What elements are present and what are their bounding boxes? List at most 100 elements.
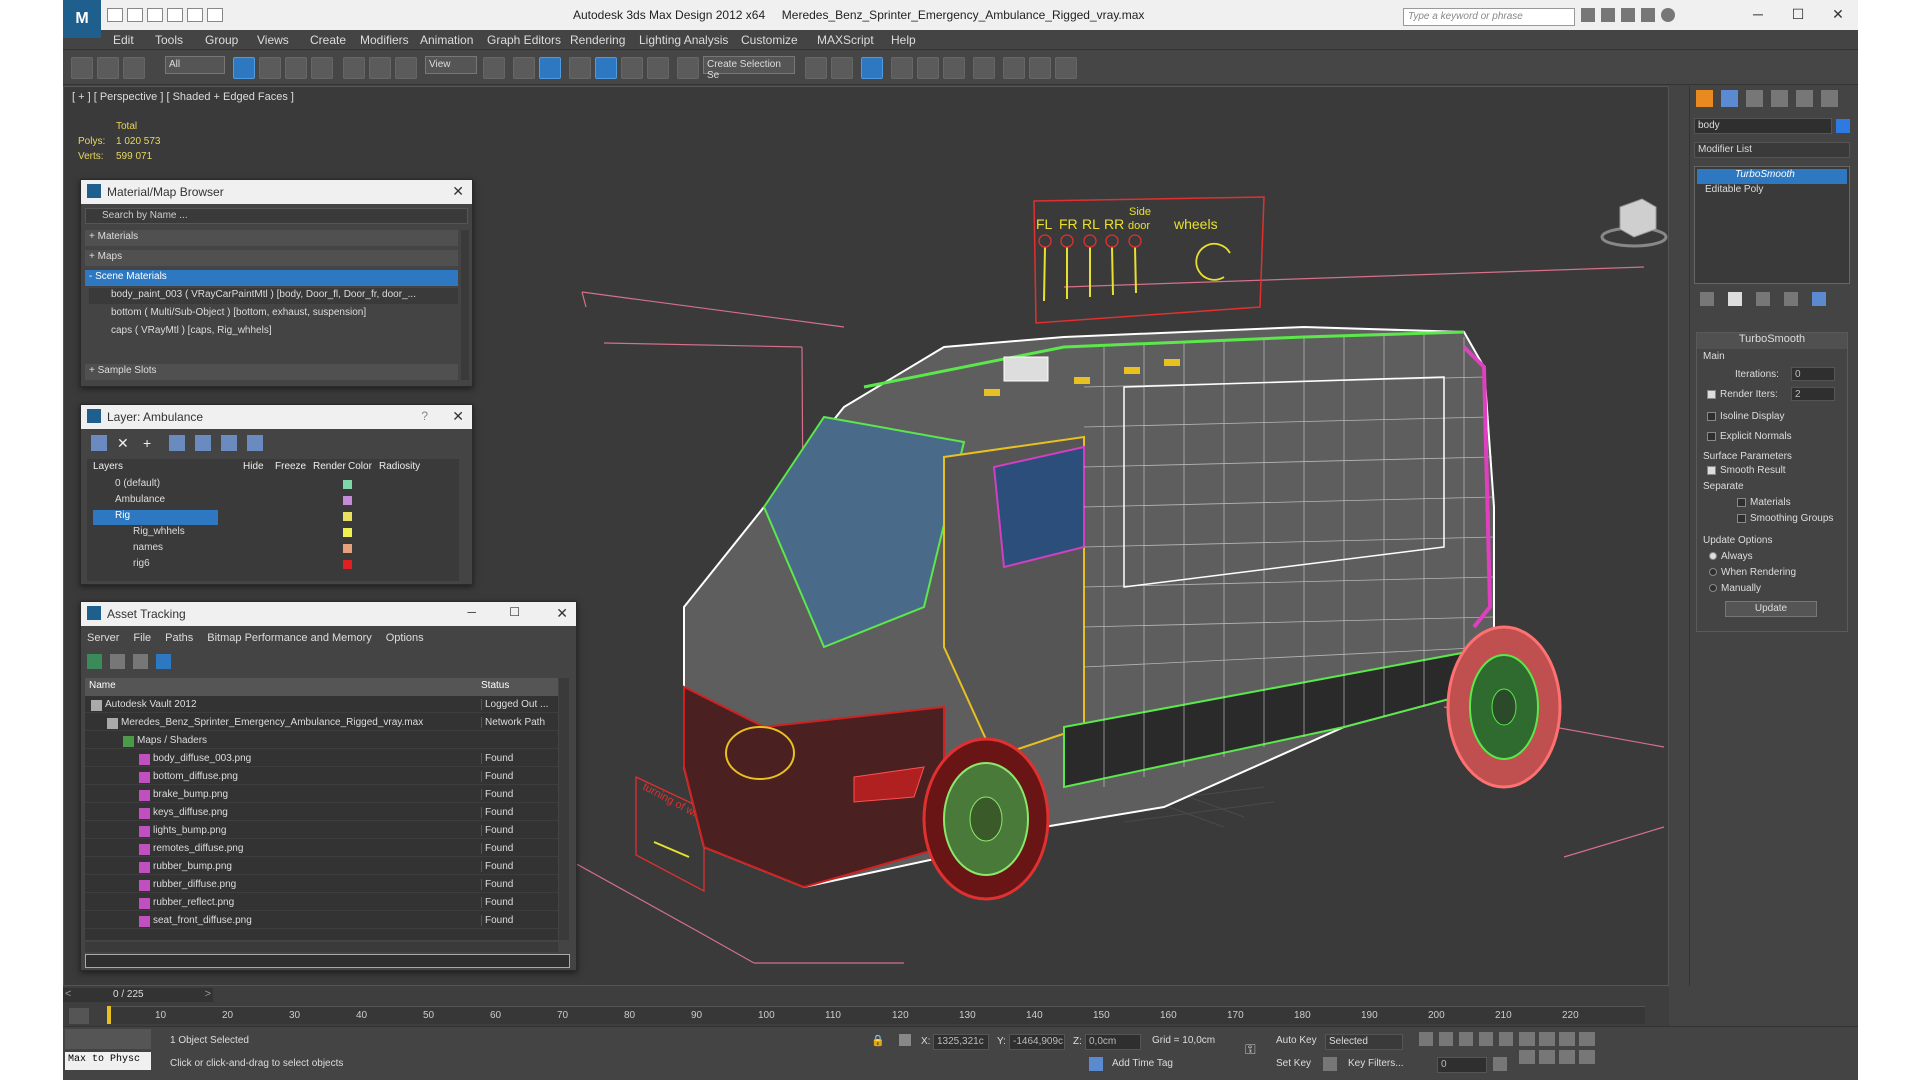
z-coordinate-field[interactable]: 0,0cm	[1085, 1034, 1141, 1050]
make-unique-icon[interactable]	[1756, 292, 1770, 306]
layer-row[interactable]: 0 (default)	[93, 478, 453, 493]
menu-paths[interactable]: Paths	[165, 632, 193, 644]
absolute-mode-icon[interactable]	[899, 1034, 911, 1046]
maximize-viewport-icon[interactable]	[1579, 1050, 1595, 1064]
material-editor-icon[interactable]	[973, 57, 995, 79]
rear-wheel[interactable]	[1446, 625, 1562, 789]
display-tab-icon[interactable]	[1796, 90, 1813, 107]
snaps-toggle-icon[interactable]	[569, 57, 591, 79]
render-iters-spinner[interactable]: 2	[1791, 387, 1835, 401]
window-crossing-icon[interactable]	[311, 57, 333, 79]
angle-snap-icon[interactable]	[595, 57, 617, 79]
render-production-icon[interactable]	[1055, 57, 1077, 79]
bind-space-warp-icon[interactable]	[123, 57, 145, 79]
layer-manager-icon[interactable]	[861, 57, 883, 79]
section-sample-slots[interactable]: + Sample Slots	[85, 364, 458, 380]
app-logo[interactable]: M	[63, 0, 101, 38]
layer-color-swatch[interactable]	[343, 496, 352, 505]
stack-item-editable-poly[interactable]: Editable Poly	[1697, 184, 1847, 199]
hide-all-layers-icon[interactable]	[221, 435, 237, 451]
menu-customize[interactable]: Customize	[741, 33, 798, 47]
always-radio[interactable]	[1709, 552, 1717, 561]
favorites-star-icon[interactable]	[1641, 8, 1655, 22]
layer-row[interactable]: Rig_whhels	[93, 526, 453, 541]
subscription-icon[interactable]	[1601, 8, 1615, 22]
material-browser-titlebar[interactable]: Material/Map Browser ✕	[81, 180, 472, 204]
lock-selection-icon[interactable]: 🔒	[871, 1034, 885, 1047]
menu-maxscript[interactable]: MAXScript	[817, 33, 874, 47]
material-search-input[interactable]: Search by Name ...	[85, 208, 468, 224]
asset-path-field[interactable]	[85, 954, 570, 968]
list-view-icon[interactable]	[110, 654, 125, 669]
minimize-icon[interactable]: ─	[467, 605, 476, 619]
time-slider-next-icon[interactable]: >	[205, 988, 211, 1000]
menu-modifiers[interactable]: Modifiers	[360, 33, 409, 47]
column-name[interactable]: Name	[89, 680, 116, 691]
time-slider-prev-icon[interactable]: <	[65, 988, 71, 1000]
layer-row-selected[interactable]: Rig	[93, 510, 218, 525]
motion-tab-icon[interactable]	[1771, 90, 1788, 107]
freeze-all-layers-icon[interactable]	[247, 435, 263, 451]
new-icon[interactable]	[107, 8, 123, 22]
refresh-icon[interactable]	[87, 654, 102, 669]
select-object-icon[interactable]	[233, 57, 255, 79]
help-icon[interactable]: ?	[421, 409, 428, 423]
menu-graph-editors[interactable]: Graph Editors	[487, 33, 561, 47]
layer-row[interactable]: names	[93, 542, 453, 557]
rotate-icon[interactable]	[369, 57, 391, 79]
menu-server[interactable]: Server	[87, 632, 119, 644]
delete-layer-icon[interactable]: ✕	[117, 435, 133, 451]
pin-stack-icon[interactable]	[1700, 292, 1714, 306]
reference-coordinate-dropdown[interactable]: View	[425, 56, 477, 74]
previous-frame-icon[interactable]	[1439, 1032, 1453, 1046]
show-end-result-icon[interactable]	[1728, 292, 1742, 306]
edit-named-selection-icon[interactable]	[677, 57, 699, 79]
layer-color-swatch[interactable]	[343, 480, 352, 489]
add-to-layer-icon[interactable]: +	[143, 435, 159, 451]
key-filters-button[interactable]: Key Filters...	[1345, 1057, 1415, 1073]
column-render[interactable]: Render	[313, 461, 346, 472]
undo-icon[interactable]	[167, 8, 183, 22]
layer-color-swatch[interactable]	[343, 544, 352, 553]
close-icon[interactable]: ✕	[556, 605, 568, 622]
binoculars-icon[interactable]	[1581, 8, 1595, 22]
asset-row[interactable]: brake_bump.png Found	[85, 788, 558, 803]
communication-icon[interactable]	[1621, 8, 1635, 22]
menu-lighting-analysis[interactable]: Lighting Analysis	[639, 33, 728, 47]
column-layers[interactable]: Layers	[93, 461, 123, 472]
stack-item-turbosmooth[interactable]: TurboSmooth	[1697, 169, 1847, 184]
asset-row[interactable]: Autodesk Vault 2012 Logged Out ...	[85, 698, 558, 713]
selection-set-dropdown[interactable]: Selected	[1325, 1034, 1403, 1050]
column-freeze[interactable]: Freeze	[275, 461, 306, 472]
asset-row[interactable]: seat_front_diffuse.png Found	[85, 914, 558, 929]
pivot-center-icon[interactable]	[483, 57, 505, 79]
zoom-extents-icon[interactable]	[1559, 1032, 1575, 1046]
align-icon[interactable]	[831, 57, 853, 79]
utilities-tab-icon[interactable]	[1821, 90, 1838, 107]
maximize-icon[interactable]: ☐	[509, 605, 520, 619]
current-frame-marker[interactable]	[107, 1006, 111, 1024]
help-icon[interactable]	[1661, 8, 1675, 22]
maxscript-mini-listener[interactable]	[65, 1029, 151, 1049]
menu-tools[interactable]: Tools	[155, 33, 183, 47]
asset-row[interactable]: remotes_diffuse.png Found	[85, 842, 558, 857]
asset-row[interactable]: bottom_diffuse.png Found	[85, 770, 558, 785]
layer-color-swatch[interactable]	[343, 512, 352, 521]
go-to-end-icon[interactable]	[1499, 1032, 1513, 1046]
field-of-view-icon[interactable]	[1519, 1050, 1535, 1064]
asset-row[interactable]: Maps / Shaders	[85, 734, 558, 749]
save-icon[interactable]	[147, 8, 163, 22]
horizontal-scrollbar[interactable]	[85, 942, 558, 952]
scale-icon[interactable]	[395, 57, 417, 79]
configure-sets-icon[interactable]	[1812, 292, 1826, 306]
menu-options[interactable]: Options	[386, 632, 424, 644]
layer-row[interactable]: Ambulance	[93, 494, 453, 509]
asset-row[interactable]: Meredes_Benz_Sprinter_Emergency_Ambulanc…	[85, 716, 558, 731]
smooth-result-checkbox[interactable]	[1707, 465, 1716, 475]
update-button[interactable]: Update	[1725, 601, 1817, 617]
object-color-swatch[interactable]	[1836, 119, 1850, 133]
time-configuration-icon[interactable]	[1493, 1057, 1507, 1071]
close-icon[interactable]: ✕	[452, 183, 464, 200]
scrollbar[interactable]	[461, 230, 469, 380]
create-layer-icon[interactable]	[91, 435, 107, 451]
